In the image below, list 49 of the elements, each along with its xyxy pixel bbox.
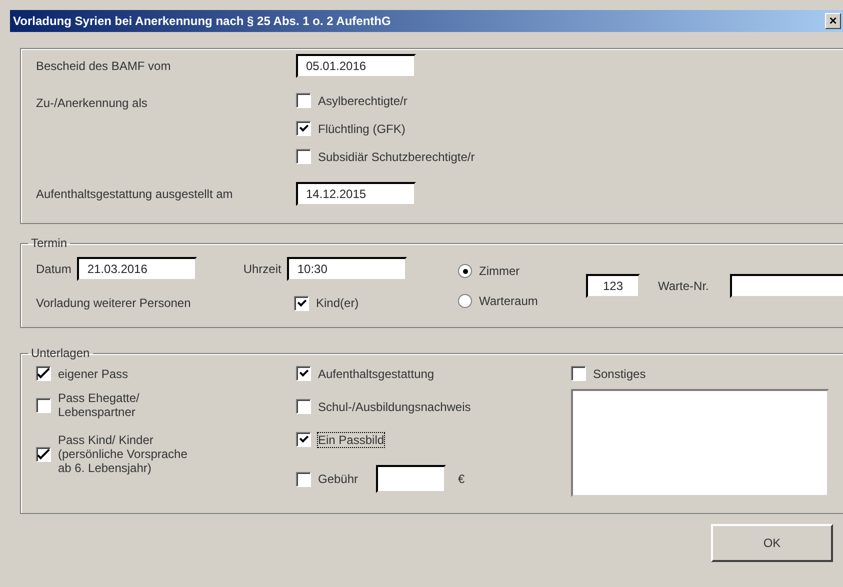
date-field[interactable]: 05.01.2016 — [296, 54, 416, 78]
radio-option[interactable]: Warteraum — [458, 294, 548, 308]
checkbox[interactable] — [296, 93, 311, 108]
group-title: Unterlagen — [30, 346, 91, 360]
fee-field[interactable] — [376, 465, 446, 493]
field-label: Warte-Nr. — [658, 279, 710, 293]
field-label: Aufenthaltsgestattung ausgestellt am — [36, 187, 234, 201]
field-label: Uhrzeit — [243, 262, 282, 276]
checkbox[interactable] — [571, 366, 586, 381]
notes-field[interactable] — [571, 389, 829, 497]
checkbox-option[interactable]: Gebühr — [296, 472, 358, 486]
checkbox[interactable] — [294, 296, 309, 310]
checkbox-option[interactable]: Asylberechtigte/r — [296, 93, 475, 108]
window-title: Vorladung Syrien bei Anerkennung nach § 25 Abs. 1 o. 2 AufenthG — [13, 14, 391, 28]
radio-button[interactable] — [458, 264, 472, 278]
checkbox-option[interactable]: Sonstiges — [571, 366, 646, 381]
field-label: Bescheid des BAMF vom — [36, 59, 172, 73]
field-label: Vorladung weiterer Personen — [36, 296, 192, 310]
checkbox[interactable] — [296, 366, 311, 381]
checkbox[interactable] — [296, 121, 311, 136]
field-label: Zu-/Anerkennung als — [36, 95, 148, 112]
close-button[interactable]: × — [825, 13, 841, 29]
currency-label: € — [458, 472, 465, 486]
field-label: Datum — [36, 262, 72, 276]
checkbox-option[interactable]: eigener Pass — [36, 366, 198, 381]
checkbox[interactable] — [296, 149, 311, 164]
wait-number-field[interactable] — [730, 274, 843, 298]
checkbox[interactable] — [296, 399, 311, 414]
checkbox[interactable] — [36, 398, 51, 412]
checkbox[interactable] — [296, 472, 311, 486]
date-field[interactable]: 14.12.2015 — [296, 182, 416, 206]
room-number-field[interactable]: 123 — [586, 274, 640, 298]
checkbox-option[interactable]: Ein Passbild — [296, 432, 384, 447]
checkbox-option[interactable]: Kind(er) — [294, 296, 359, 310]
radio-option[interactable]: Zimmer — [458, 264, 548, 278]
time-field[interactable]: 10:30 — [287, 257, 408, 281]
checkbox-option[interactable]: Aufenthaltsgestattung — [296, 366, 434, 381]
checkbox[interactable] — [36, 446, 51, 462]
checkbox-option[interactable]: Pass Ehegatte/ Lebenspartner — [36, 391, 198, 419]
checkbox-option[interactable]: Schul-/Ausbildungsnachweis — [296, 399, 471, 414]
date-field[interactable]: 21.03.2016 — [77, 257, 198, 281]
checkbox[interactable] — [36, 366, 51, 381]
checkbox-option[interactable]: Pass Kind/ Kinder (persönliche Vorsprache ab 6. Lebensjahr) — [36, 433, 198, 475]
checkbox-option[interactable]: Subsidiär Schutzberechtigte/r — [296, 149, 475, 164]
checkbox-option[interactable]: Flüchtling (GFK) — [296, 121, 475, 136]
radio-button[interactable] — [458, 294, 472, 308]
ok-button[interactable]: OK — [711, 524, 833, 562]
group-title: Termin — [30, 236, 68, 250]
checkbox[interactable] — [296, 432, 311, 447]
